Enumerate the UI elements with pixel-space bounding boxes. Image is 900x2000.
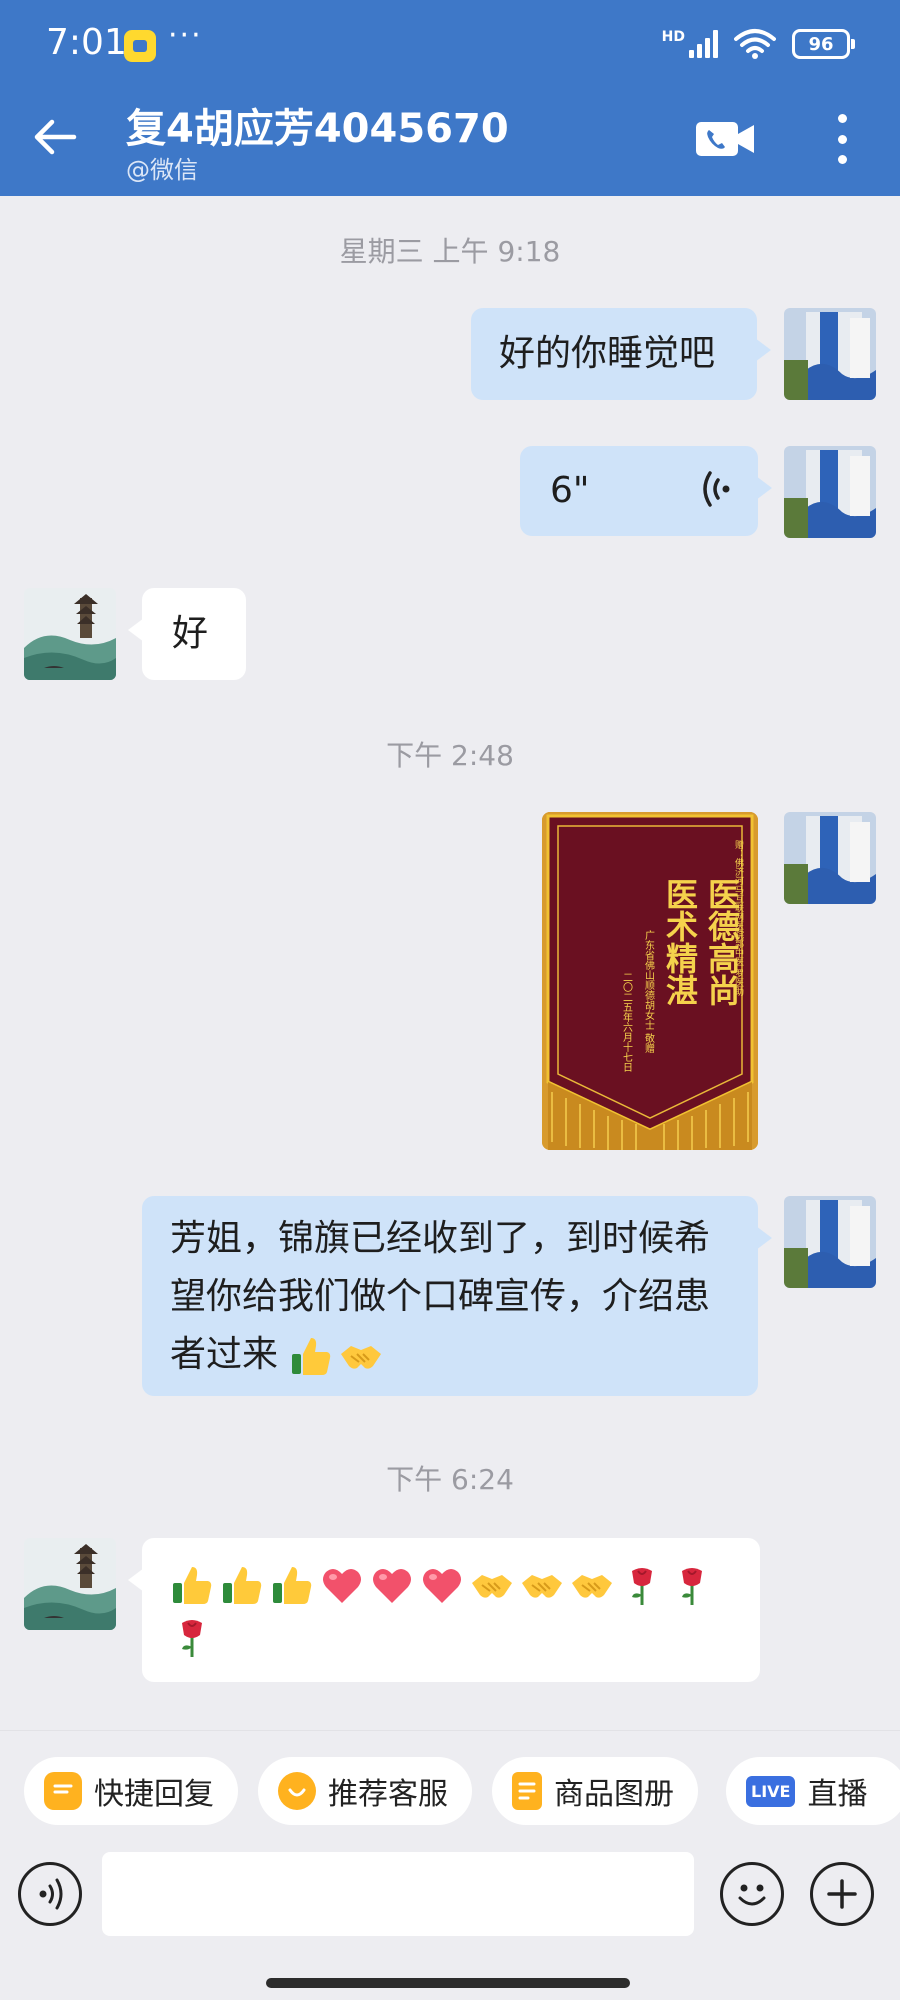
live-badge: LIVE bbox=[746, 1775, 796, 1807]
quick-action-bar: 快捷回复 推荐客服 商品图册 LIVE 直播 bbox=[0, 1730, 900, 1850]
message-bubble-received[interactable]: 好 bbox=[128, 588, 246, 680]
signal-icon bbox=[689, 30, 718, 58]
my-avatar[interactable] bbox=[784, 308, 876, 400]
timestamp: 下午 2:48 bbox=[386, 739, 514, 772]
contact-source: @微信 bbox=[126, 156, 198, 184]
my-avatar[interactable] bbox=[784, 1196, 876, 1288]
home-indicator[interactable] bbox=[266, 1978, 630, 1988]
more-notifications-icon: ··· bbox=[168, 18, 203, 53]
thumbs-up-icon bbox=[292, 1338, 331, 1375]
notification-app-icon bbox=[124, 30, 156, 62]
banner-main-line-2: 医术精湛 bbox=[661, 878, 699, 1006]
handshake-icon bbox=[341, 1346, 382, 1369]
message-list: 星期三 上午 9:18 好的你睡觉吧 6" 好 下午 2:48 医德高尚 医术精… bbox=[0, 196, 900, 1730]
video-call-icon[interactable] bbox=[696, 122, 754, 156]
thumbs-up-icon bbox=[173, 1567, 212, 1604]
contact-name: 复4胡应芳4045670 bbox=[126, 106, 509, 152]
handshake-icon bbox=[572, 1575, 612, 1598]
chat-header: 7:01 ··· HD 96 复4胡应芳4045670 @微信 bbox=[0, 0, 900, 196]
banner-date: 二〇二五年六月十七日 bbox=[621, 972, 633, 1072]
live-button[interactable]: LIVE 直播 bbox=[726, 1757, 900, 1825]
message-input[interactable] bbox=[102, 1852, 694, 1936]
thumbs-up-icon bbox=[273, 1567, 312, 1604]
network-type: HD bbox=[661, 29, 685, 45]
heart-icon bbox=[373, 1568, 411, 1603]
more-actions-button[interactable] bbox=[810, 1862, 874, 1926]
battery-indicator: 96 bbox=[792, 29, 855, 59]
voice-input-button[interactable] bbox=[18, 1862, 82, 1926]
recommend-service-label: 推荐客服 bbox=[328, 1777, 448, 1812]
recommend-service-button[interactable]: 推荐客服 bbox=[258, 1757, 472, 1825]
product-album-label: 商品图册 bbox=[554, 1777, 674, 1812]
rose-icon bbox=[682, 1568, 702, 1605]
handshake-icon bbox=[472, 1575, 512, 1598]
rose-icon bbox=[182, 1620, 202, 1657]
back-arrow-icon[interactable] bbox=[30, 112, 80, 162]
emoji-button[interactable] bbox=[720, 1862, 784, 1926]
voice-message-bubble[interactable]: 6" bbox=[520, 446, 772, 536]
smiley-icon bbox=[738, 1884, 766, 1906]
status-time: 7:01 bbox=[46, 22, 127, 63]
timestamp: 星期三 上午 9:18 bbox=[339, 235, 561, 268]
voice-duration: 6" bbox=[550, 470, 590, 511]
quick-reply-label: 快捷回复 bbox=[94, 1777, 214, 1812]
message-text: 芳姐，锦旗已经收到了，到时候希望你给我们做个口碑宣传，介绍患者过来 bbox=[170, 1218, 711, 1375]
live-label: 直播 bbox=[807, 1777, 868, 1812]
heart-icon bbox=[323, 1568, 361, 1603]
quick-reply-icon bbox=[44, 1772, 82, 1810]
plus-icon bbox=[827, 1879, 857, 1909]
product-album-button[interactable]: 商品图册 bbox=[492, 1757, 698, 1825]
voice-playback-icon bbox=[703, 471, 730, 507]
album-icon bbox=[512, 1772, 542, 1810]
contact-avatar[interactable] bbox=[24, 1538, 116, 1630]
banner-photo[interactable]: 医德高尚 医术精湛 赠：佛济河马互联网医院郭中医 罗医助 广东省佛山顺德胡女士 … bbox=[542, 812, 758, 1150]
message-bubble-sent[interactable]: 好的你睡觉吧 bbox=[471, 308, 771, 400]
quick-reply-button[interactable]: 快捷回复 bbox=[24, 1757, 238, 1825]
voice-wave-icon bbox=[39, 1878, 63, 1910]
wifi-icon bbox=[734, 29, 776, 59]
contact-avatar[interactable] bbox=[24, 588, 116, 680]
customer-service-icon bbox=[278, 1772, 316, 1810]
emoji-message-bubble[interactable] bbox=[128, 1538, 760, 1682]
timestamp: 下午 6:24 bbox=[386, 1463, 514, 1496]
heart-icon bbox=[423, 1568, 461, 1603]
banner-donor: 广东省佛山顺德胡女士 敬赠 bbox=[643, 930, 655, 1054]
status-icons: HD 96 bbox=[661, 28, 855, 60]
thumbs-up-icon bbox=[223, 1567, 262, 1604]
more-options-icon[interactable] bbox=[834, 114, 850, 164]
my-avatar[interactable] bbox=[784, 812, 876, 904]
handshake-icon bbox=[522, 1575, 562, 1598]
message-bubble-sent[interactable]: 芳姐，锦旗已经收到了，到时候希望你给我们做个口碑宣传，介绍患者过来 bbox=[142, 1196, 772, 1396]
my-avatar[interactable] bbox=[784, 446, 876, 538]
banner-dedication: 赠：佛济河马互联网医院郭中医 罗医助 bbox=[733, 839, 744, 997]
rose-icon bbox=[632, 1568, 652, 1605]
message-input-bar bbox=[0, 1850, 900, 1950]
